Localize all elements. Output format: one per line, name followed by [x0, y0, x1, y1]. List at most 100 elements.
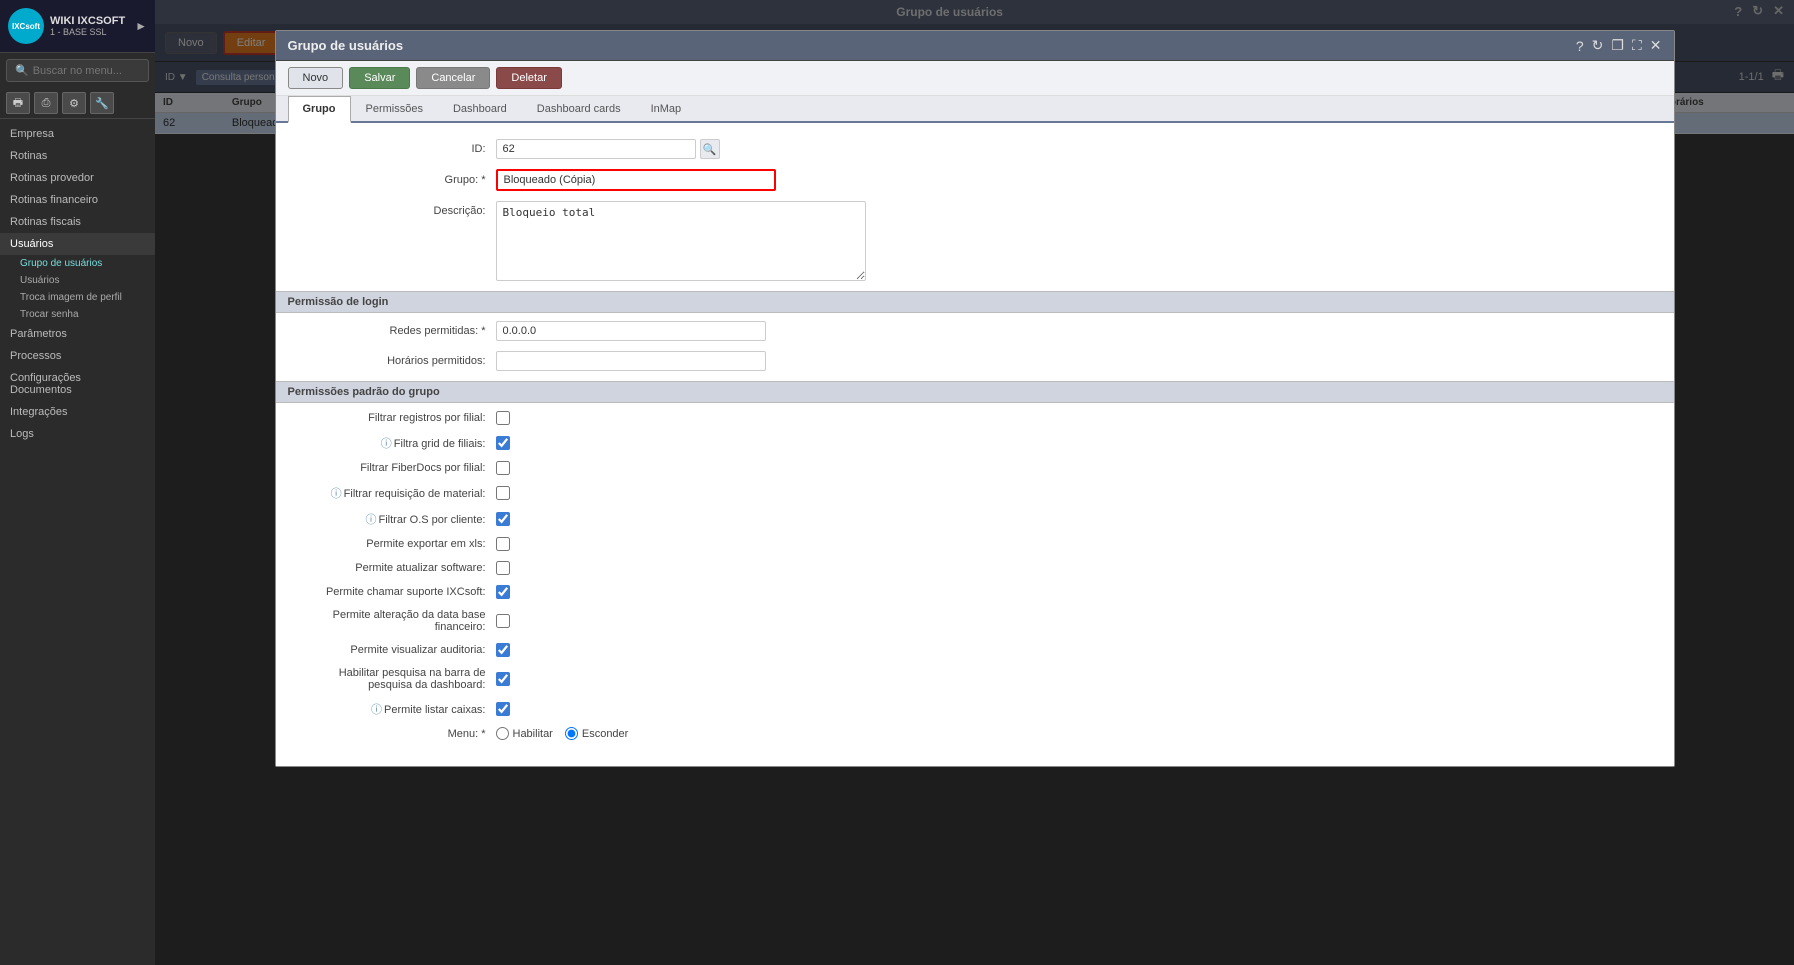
id-search-button[interactable]: 🔍	[700, 139, 720, 159]
alteracao-db-label: Permite alteração da data base financeir…	[296, 609, 496, 633]
tab-dashboard-cards[interactable]: Dashboard cards	[522, 96, 636, 123]
id-input[interactable]	[496, 139, 696, 159]
descricao-label: Descrição:	[296, 201, 496, 217]
tab-dashboard[interactable]: Dashboard	[438, 96, 522, 123]
info-icon-requisicao[interactable]: ⓘ	[331, 488, 342, 500]
filtra-grid-filiais-checkbox[interactable]	[496, 436, 510, 450]
redes-input[interactable]	[496, 321, 766, 341]
id-label: ID:	[296, 143, 496, 155]
filtrar-registros-label: Filtrar registros por filial:	[296, 412, 496, 424]
section-permissao-login: Permissão de login	[276, 291, 1674, 313]
tab-grupo[interactable]: Grupo	[288, 96, 351, 123]
sidebar-subitem-troca-imagem[interactable]: Troca imagem de perfil	[0, 289, 155, 306]
menu-habilitar-label[interactable]: Habilitar	[496, 727, 553, 740]
menu-radio-group: Habilitar Esconder	[496, 727, 629, 740]
sidebar-item-rotinas[interactable]: Rotinas	[0, 145, 155, 167]
menu-esconder-label[interactable]: Esconder	[565, 727, 628, 740]
app-name: WIKI IXCSOFT	[50, 15, 125, 27]
sidebar-item-rotinas-provedor[interactable]: Rotinas provedor	[0, 167, 155, 189]
form-row-descricao: Descrição: Bloqueio total	[296, 201, 1654, 281]
form-row-filtra-grid-filiais: ⓘFiltra grid de filiais:	[296, 435, 1654, 451]
suporte-ixcsoft-label: Permite chamar suporte IXCsoft:	[296, 586, 496, 598]
menu-esconder-text: Esconder	[582, 728, 628, 740]
menu-label: Menu: *	[296, 728, 496, 740]
menu-habilitar-text: Habilitar	[513, 728, 553, 740]
sidebar-toggle-icon[interactable]: ►	[135, 19, 147, 33]
filtra-grid-filiais-label: ⓘFiltra grid de filiais:	[296, 435, 496, 451]
modal-novo-button[interactable]: Novo	[288, 67, 344, 89]
filtrar-fiberdocs-label: Filtrar FiberDocs por filial:	[296, 462, 496, 474]
listar-caixas-checkbox[interactable]	[496, 702, 510, 716]
sidebar-subitem-trocar-senha[interactable]: Trocar senha	[0, 306, 155, 323]
atualizar-software-label: Permite atualizar software:	[296, 562, 496, 574]
sidebar-item-parametros[interactable]: Parâmetros	[0, 323, 155, 345]
redes-label: Redes permitidas: *	[296, 325, 496, 337]
modal-body: ID: 🔍 Grupo: * Descrição: Bloqueio total	[276, 123, 1674, 766]
form-row-id: ID: 🔍	[296, 139, 1654, 159]
sidebar-item-usuarios[interactable]: Usuários	[0, 233, 155, 255]
wrench-icon[interactable]: 🔧	[90, 92, 114, 114]
sidebar-subitem-grupo-usuarios[interactable]: Grupo de usuários	[0, 255, 155, 272]
modal-salvar-button[interactable]: Salvar	[349, 67, 410, 89]
sidebar-item-logs[interactable]: Logs	[0, 423, 155, 445]
sidebar-subitem-usuarios[interactable]: Usuários	[0, 272, 155, 289]
sidebar-item-integracoes[interactable]: Integrações	[0, 401, 155, 423]
sidebar-nav: Empresa Rotinas Rotinas provedor Rotinas…	[0, 119, 155, 965]
alteracao-db-financeiro-checkbox[interactable]	[496, 614, 510, 628]
exportar-xls-checkbox[interactable]	[496, 537, 510, 551]
menu-esconder-radio[interactable]	[565, 727, 578, 740]
grupo-label: Grupo: *	[296, 174, 496, 186]
print-icon[interactable]: 🖶	[6, 92, 30, 114]
sidebar-item-rotinas-financeiro[interactable]: Rotinas financeiro	[0, 189, 155, 211]
form-row-pesquisa-dashboard: Habilitar pesquisa na barra de pesquisa …	[296, 667, 1654, 691]
form-row-grupo: Grupo: *	[296, 169, 1654, 191]
modal-cancelar-button[interactable]: Cancelar	[416, 67, 490, 89]
settings-icon[interactable]: ⚙	[62, 92, 86, 114]
filtrar-registros-filial-checkbox[interactable]	[496, 411, 510, 425]
modal-help-icon[interactable]: ?	[1576, 38, 1584, 54]
app-logo: IXCsoft	[8, 8, 44, 44]
visualizar-auditoria-checkbox[interactable]	[496, 643, 510, 657]
print2-icon[interactable]: ⎙	[34, 92, 58, 114]
modal-fullscreen-icon[interactable]: ⛶	[1632, 37, 1642, 54]
modal-toolbar: Novo Salvar Cancelar Deletar	[276, 61, 1674, 96]
sidebar-item-rotinas-fiscais[interactable]: Rotinas fiscais	[0, 211, 155, 233]
sidebar-search-container[interactable]: 🔍	[6, 59, 149, 82]
info-icon-os[interactable]: ⓘ	[366, 514, 377, 526]
sidebar-item-processos[interactable]: Processos	[0, 345, 155, 367]
menu-habilitar-radio[interactable]	[496, 727, 509, 740]
modal-title: Grupo de usuários	[288, 38, 404, 53]
modal-header: Grupo de usuários ? ↻ ❐ ⛶ ✕	[276, 31, 1674, 61]
pesquisa-dashboard-checkbox[interactable]	[496, 672, 510, 686]
atualizar-software-checkbox[interactable]	[496, 561, 510, 575]
sidebar: IXCsoft WIKI IXCSOFT 1 - BASE SSL ► 🔍 🖶 …	[0, 0, 155, 965]
filtrar-fiberdocs-filial-checkbox[interactable]	[496, 461, 510, 475]
sidebar-item-empresa[interactable]: Empresa	[0, 123, 155, 145]
modal-tabs: Grupo Permissões Dashboard Dashboard car…	[276, 96, 1674, 123]
suporte-ixcsoft-checkbox[interactable]	[496, 585, 510, 599]
form-row-redes: Redes permitidas: *	[296, 321, 1654, 341]
search-input[interactable]	[33, 65, 140, 77]
main-area: Grupo de usuários ? ↻ ✕ Novo Editar Dele…	[155, 0, 1794, 965]
filtrar-requisicao-checkbox[interactable]	[496, 486, 510, 500]
info-icon-caixas[interactable]: ⓘ	[371, 704, 382, 716]
form-row-exportar-xls: Permite exportar em xls:	[296, 537, 1654, 551]
modal-deletar-button[interactable]: Deletar	[496, 67, 561, 89]
app-subtitle: 1 - BASE SSL	[50, 27, 125, 37]
tab-inmap[interactable]: InMap	[636, 96, 697, 123]
form-row-menu: Menu: * Habilitar Esconder	[296, 727, 1654, 740]
form-row-visualizar-auditoria: Permite visualizar auditoria:	[296, 643, 1654, 657]
form-row-atualizar-software: Permite atualizar software:	[296, 561, 1654, 575]
tab-permissoes[interactable]: Permissões	[351, 96, 438, 123]
sidebar-item-configuracoes-documentos[interactable]: Configurações Documentos	[0, 367, 155, 401]
modal-expand-icon[interactable]: ❐	[1611, 37, 1624, 54]
filtrar-os-cliente-checkbox[interactable]	[496, 512, 510, 526]
horarios-label: Horários permitidos:	[296, 355, 496, 367]
horarios-input[interactable]	[496, 351, 766, 371]
modal-refresh-icon[interactable]: ↻	[1592, 37, 1604, 54]
grupo-input[interactable]	[496, 169, 776, 191]
filtrar-os-label: ⓘFiltrar O.S por cliente:	[296, 511, 496, 527]
modal-close-icon[interactable]: ✕	[1650, 37, 1662, 54]
info-icon-filtra-grid[interactable]: ⓘ	[381, 438, 392, 450]
descricao-textarea[interactable]: Bloqueio total	[496, 201, 866, 281]
